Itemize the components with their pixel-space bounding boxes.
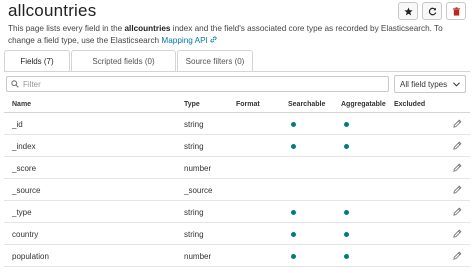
field-type: _source [184, 186, 213, 195]
table-row: _score number [4, 157, 470, 179]
desc-index-name: allcountries [124, 24, 171, 33]
tab-scripted-fields[interactable]: Scripted fields (0) [71, 50, 176, 71]
chevron-down-icon [453, 81, 460, 87]
col-header-name[interactable]: Name [12, 101, 31, 108]
field-name: _id [12, 120, 23, 129]
field-type: string [184, 142, 204, 151]
filter-input[interactable]: Filter [6, 76, 389, 92]
search-icon [11, 80, 19, 88]
field-name: country [12, 230, 39, 239]
link-icon [210, 36, 217, 43]
edit-field-button[interactable] [453, 119, 462, 130]
field-name: _type [12, 208, 32, 217]
pencil-icon [453, 251, 462, 260]
field-type: string [184, 230, 204, 239]
trash-icon [452, 6, 460, 16]
tab-fields[interactable]: Fields (7) [4, 50, 70, 71]
aggregatable-dot-icon [344, 254, 349, 259]
tab-source-filters[interactable]: Source filters (0) [177, 50, 253, 71]
field-type-select[interactable]: All field types [394, 75, 466, 93]
pencil-icon [453, 119, 462, 128]
table-row: population number [4, 245, 470, 267]
edit-field-button[interactable] [453, 251, 462, 262]
table-row: _source _source [4, 179, 470, 201]
star-icon [403, 6, 413, 15]
field-name: population [12, 252, 49, 261]
table-row: _id string [4, 113, 470, 135]
field-name: _score [12, 164, 37, 173]
table-row: _type string [4, 201, 470, 223]
col-header-searchable: Searchable [288, 101, 326, 108]
page-title: allcountries [8, 1, 97, 20]
col-header-format: Format [236, 101, 260, 108]
refresh-icon [428, 7, 436, 15]
desc-text-1: This page lists every field in the [8, 24, 125, 33]
tab-scripted-fields-label: Scripted fields (0) [92, 56, 155, 66]
page-description: This page lists every field in the allco… [8, 23, 468, 47]
col-header-excluded: Excluded [394, 101, 426, 108]
pencil-icon [453, 229, 462, 238]
table-row: _index string [4, 135, 470, 157]
delete-button[interactable] [446, 2, 466, 20]
edit-field-button[interactable] [453, 163, 462, 174]
aggregatable-dot-icon [344, 122, 349, 127]
refresh-button[interactable] [422, 2, 442, 20]
pencil-icon [453, 163, 462, 172]
table-header: Name Type Format Searchable Aggregatable… [4, 96, 470, 113]
col-header-aggregatable: Aggregatable [341, 101, 386, 108]
filter-placeholder: Filter [23, 79, 41, 89]
col-header-type[interactable]: Type [184, 101, 200, 108]
searchable-dot-icon [291, 232, 296, 237]
searchable-dot-icon [291, 254, 296, 259]
pencil-icon [453, 207, 462, 216]
field-name: _source [12, 186, 41, 195]
tab-divider [4, 71, 470, 72]
mapping-api-link[interactable]: Mapping API [161, 36, 217, 45]
fields-table: Name Type Format Searchable Aggregatable… [4, 96, 470, 267]
edit-field-button[interactable] [453, 229, 462, 240]
pencil-icon [453, 141, 462, 150]
searchable-dot-icon [291, 122, 296, 127]
searchable-dot-icon [291, 210, 296, 215]
edit-field-button[interactable] [453, 185, 462, 196]
aggregatable-dot-icon [344, 210, 349, 215]
pencil-icon [453, 185, 462, 194]
field-type: number [184, 252, 212, 261]
aggregatable-dot-icon [344, 144, 349, 149]
field-type: string [184, 120, 204, 129]
tab-source-filters-label: Source filters (0) [185, 56, 245, 66]
set-default-button[interactable] [398, 2, 418, 20]
field-name: _index [12, 142, 36, 151]
field-type: number [184, 164, 212, 173]
aggregatable-dot-icon [344, 232, 349, 237]
tab-bar: Fields (7) Scripted fields (0) Source fi… [4, 50, 254, 71]
edit-field-button[interactable] [453, 141, 462, 152]
header-actions [398, 2, 466, 20]
edit-field-button[interactable] [453, 207, 462, 218]
mapping-api-link-label: Mapping API [161, 36, 208, 45]
tab-fields-label: Fields (7) [20, 56, 54, 66]
searchable-dot-icon [291, 144, 296, 149]
table-row: country string [4, 223, 470, 245]
field-type-select-value: All field types [400, 79, 448, 89]
table-body: _id string _index string _score number _source… [4, 113, 470, 267]
field-type: string [184, 208, 204, 217]
